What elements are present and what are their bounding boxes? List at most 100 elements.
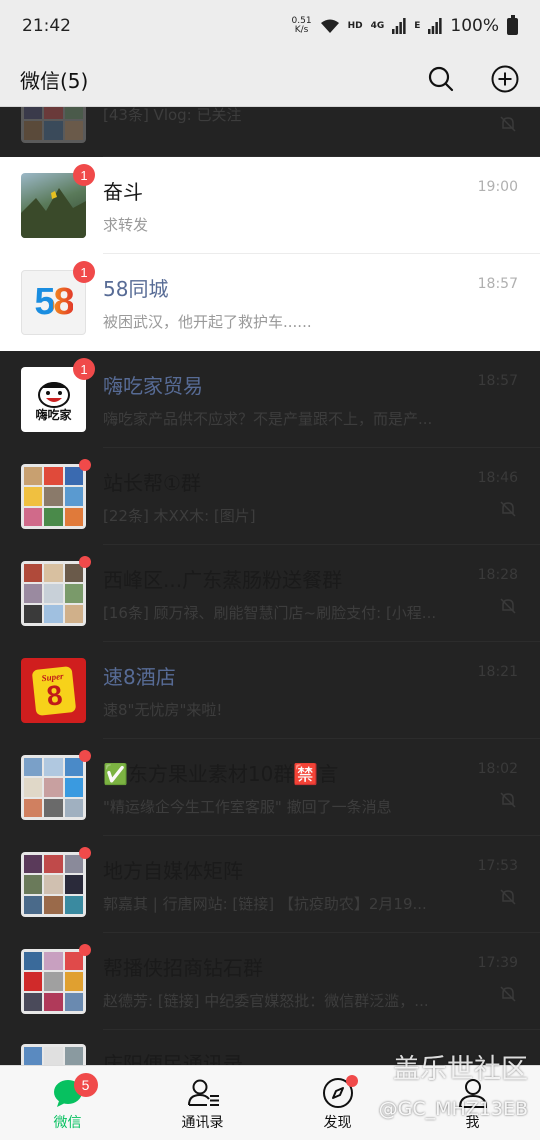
header-actions <box>426 64 520 94</box>
chat-name: 西峰区...广东蒸肠粉送餐群 <box>103 568 343 592</box>
chat-last-message: 被困武汉，他开起了救护车...... <box>103 313 312 331</box>
chat-text: [43条] Vlog: 已关注 <box>103 107 540 125</box>
contacts-icon <box>187 1077 219 1109</box>
mute-bell-icon <box>500 889 516 905</box>
chat-item[interactable]: Super 8 速8酒店 速8"无忧房"来啦! 18:21 <box>0 642 540 739</box>
group-avatar <box>21 459 91 529</box>
mute-bell-icon <box>500 598 516 614</box>
plus-circle-icon <box>491 65 519 93</box>
mute-bell-icon <box>500 116 516 132</box>
mute-bell-icon <box>500 986 516 1002</box>
chat-last-message: 速8"无忧房"来啦! <box>103 701 223 719</box>
chat-item[interactable]: 地方自媒体矩阵 郭嘉其 | 行唐网站: [链接] 【抗疫助农】2月19... 1… <box>0 836 540 933</box>
tab-label: 发现 <box>323 1115 352 1131</box>
chat-avatar: 嗨吃家 1 <box>21 358 95 432</box>
logo-58: 58 <box>34 281 74 323</box>
chat-item[interactable]: 西峰区...广东蒸肠粉送餐群 [16条] 顾万禄、刷能智慧门店~刷脸支付: [小… <box>0 545 540 642</box>
chat-time: 18:46 <box>477 470 518 486</box>
tab-label: 微信 <box>53 1115 82 1131</box>
chat-time: 18:57 <box>477 373 518 389</box>
app-header: 微信(5) <box>0 52 540 107</box>
status-indicators: 0.51 K/s HD 4G E 100% <box>291 14 518 36</box>
chat-name: 地方自媒体矩阵 <box>103 859 243 883</box>
mute-bell-icon <box>500 501 516 517</box>
chat-text: 站长帮①群 [22条] 木XX木: [图片] <box>103 467 540 526</box>
group-avatar <box>21 847 91 917</box>
signal-icon-2 <box>428 18 442 34</box>
chat-text: 58同城 被困武汉，他开起了救护车...... <box>103 273 540 332</box>
unread-dot <box>79 556 91 568</box>
super8-logo: Super 8 <box>31 665 76 716</box>
chat-time: 18:28 <box>477 567 518 583</box>
chat-name: ✅东方果业素材10群🈲言 <box>103 762 339 786</box>
net-4g-label: 4G <box>370 21 385 31</box>
tab-contacts[interactable]: 通讯录 <box>135 1066 270 1140</box>
wifi-icon <box>320 19 339 33</box>
add-button[interactable] <box>490 64 520 94</box>
group-avatar <box>21 750 91 820</box>
chat-time: 19:00 <box>477 179 518 195</box>
chat-name: 站长帮①群 <box>103 471 201 495</box>
unread-badge: 1 <box>73 358 95 380</box>
chat-item[interactable]: 帮播侠招商钻石群 赵德芳: [链接] 中纪委官媒怒批：微信群泛滥，... 17:… <box>0 933 540 1030</box>
watermark-text: 盖乐世社区 <box>393 1054 528 1085</box>
watermark-handle: @GC_MHZ13EB <box>378 1098 528 1120</box>
group-avatar <box>21 556 91 626</box>
search-button[interactable] <box>426 64 456 94</box>
chat-avatar: 1 <box>21 164 95 238</box>
chat-text: ✅东方果业素材10群🈲言 "精运缘企今生工作室客服" 撤回了一条消息 <box>103 758 540 817</box>
chat-item[interactable]: ✅东方果业素材10群🈲言 "精运缘企今生工作室客服" 撤回了一条消息 18:02 <box>0 739 540 836</box>
battery-icon <box>507 14 518 35</box>
chat-name: 嗨吃家贸易 <box>103 374 203 398</box>
status-bar: 21:42 0.51 K/s HD 4G E 100% <box>0 0 540 52</box>
chat-text: 奋斗 求转发 <box>103 176 540 235</box>
chat-time: 18:02 <box>477 761 518 777</box>
unread-badge: 1 <box>73 261 95 283</box>
chat-time: 17:53 <box>477 858 518 874</box>
chat-text: 地方自媒体矩阵 郭嘉其 | 行唐网站: [链接] 【抗疫助农】2月19... <box>103 855 540 914</box>
unread-dot <box>79 459 91 471</box>
chat-name: 速8酒店 <box>103 665 176 689</box>
network-speed: 0.51 K/s <box>291 16 312 35</box>
chat-text: 西峰区...广东蒸肠粉送餐群 [16条] 顾万禄、刷能智慧门店~刷脸支付: [小… <box>103 564 540 623</box>
chat-item[interactable]: 站长帮①群 [22条] 木XX木: [图片] 18:46 <box>0 448 540 545</box>
haichijia-logo-text: 嗨吃家 <box>35 407 72 422</box>
chat-avatar: 58 1 <box>21 261 95 335</box>
chat-last-message: [22条] 木XX木: [图片] <box>103 507 256 525</box>
unread-dot <box>79 944 91 956</box>
compass-icon <box>322 1075 358 1109</box>
chat-last-message: [43条] Vlog: 已关注 <box>103 107 242 124</box>
signal-icon <box>392 18 406 34</box>
group-avatar <box>21 107 86 143</box>
chat-avatar: Super 8 <box>21 658 86 723</box>
chat-last-message: 求转发 <box>103 216 149 234</box>
unread-dot <box>79 847 91 859</box>
chat-item[interactable]: 1 奋斗 求转发 19:00 <box>0 157 540 254</box>
chat-name: 58同城 <box>103 277 169 301</box>
chat-last-message: [16条] 顾万禄、刷能智慧门店~刷脸支付: [小程... <box>103 604 437 622</box>
mute-bell-icon <box>500 792 516 808</box>
chat-text: 速8酒店 速8"无忧房"来啦! <box>103 661 540 720</box>
chat-last-message: "精运缘企今生工作室客服" 撤回了一条消息 <box>103 798 392 816</box>
tab-chats[interactable]: 5 微信 <box>0 1066 135 1140</box>
chat-item[interactable]: 嗨吃家 1 嗨吃家贸易 嗨吃家产品供不应求？不是产量跟不上，而是产... 18:… <box>0 351 540 448</box>
chat-time: 18:57 <box>477 276 518 292</box>
chat-last-message: 郭嘉其 | 行唐网站: [链接] 【抗疫助农】2月19... <box>103 895 427 913</box>
unread-dot <box>79 750 91 762</box>
chat-last-message: 赵德芳: [链接] 中纪委官媒怒批：微信群泛滥，... <box>103 992 429 1010</box>
tab-unread-badge: 5 <box>73 1073 98 1097</box>
chat-time: 17:39 <box>477 955 518 971</box>
unread-badge: 1 <box>73 164 95 186</box>
chat-item[interactable]: 58 1 58同城 被困武汉，他开起了救护车...... 18:57 <box>0 254 540 351</box>
tab-unread-dot <box>345 1075 358 1087</box>
net-e-label: E <box>414 21 421 31</box>
page-title: 微信(5) <box>20 68 89 93</box>
chat-bubble-icon: 5 <box>52 1073 98 1109</box>
chat-item[interactable]: [43条] Vlog: 已关注 <box>0 107 540 157</box>
tab-label: 通讯录 <box>181 1115 224 1131</box>
chat-time: 18:21 <box>477 664 518 680</box>
chat-name: 奋斗 <box>103 180 143 204</box>
search-icon <box>428 66 454 92</box>
mascot-face-icon <box>37 381 70 408</box>
chat-name: 帮播侠招商钻石群 <box>103 956 263 980</box>
